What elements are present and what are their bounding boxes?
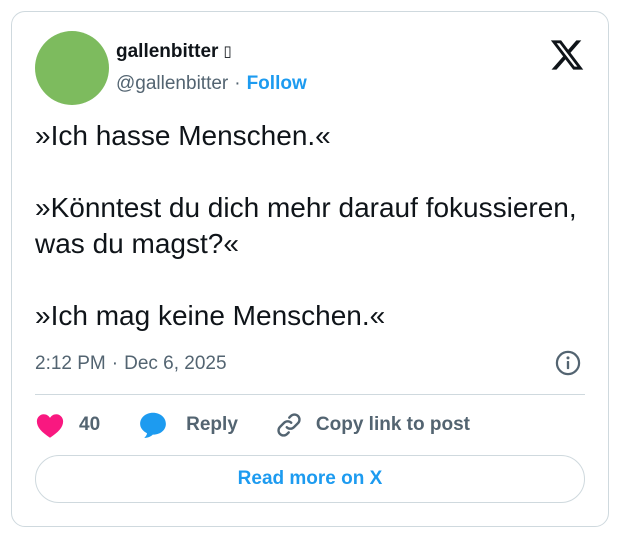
separator-dot: ·: [111, 353, 119, 374]
action-bar: 40 Reply Copy link to post: [35, 410, 470, 440]
post-paragraph: »Ich mag keine Menschen.«: [35, 300, 386, 331]
author-display-name[interactable]: gallenbitter: [116, 40, 218, 64]
divider: [35, 394, 585, 395]
avatar[interactable]: [35, 31, 109, 105]
x-logo-icon[interactable]: [549, 37, 585, 73]
speech-bubble-icon: [140, 412, 167, 438]
post-text: »Ich hasse Menschen.« »Könntest du dich …: [35, 118, 595, 334]
separator-dot: ·: [234, 73, 241, 94]
author-name-row: gallenbitter ▯: [116, 40, 232, 64]
link-icon: [277, 413, 301, 437]
post-paragraph: »Könntest du dich mehr darauf fokussiere…: [35, 192, 577, 259]
like-count: 40: [79, 414, 101, 435]
heart-icon: [36, 414, 64, 438]
embedded-post-card: gallenbitter ▯ @gallenbitter · Follow »I…: [11, 11, 609, 527]
follow-button[interactable]: Follow: [247, 72, 307, 96]
name-badge-icon: ▯: [223, 43, 232, 60]
read-more-button[interactable]: Read more on X: [35, 455, 585, 503]
post-paragraph: »Ich hasse Menschen.«: [35, 120, 331, 151]
info-icon[interactable]: [554, 349, 582, 377]
reply-label: Reply: [186, 414, 238, 435]
copy-link-label: Copy link to post: [315, 414, 470, 435]
like-button[interactable]: 40: [35, 411, 100, 439]
post-timestamp[interactable]: 2:12 PM · Dec 6, 2025: [35, 352, 227, 376]
copy-link-button[interactable]: Copy link to post: [274, 410, 470, 440]
reply-button[interactable]: Reply: [138, 410, 238, 440]
author-handle-row: @gallenbitter · Follow: [116, 72, 307, 96]
author-handle[interactable]: @gallenbitter: [116, 72, 228, 96]
post-date[interactable]: Dec 6, 2025: [124, 352, 226, 376]
read-more-label: Read more on X: [237, 468, 383, 489]
post-time[interactable]: 2:12 PM: [35, 352, 106, 376]
